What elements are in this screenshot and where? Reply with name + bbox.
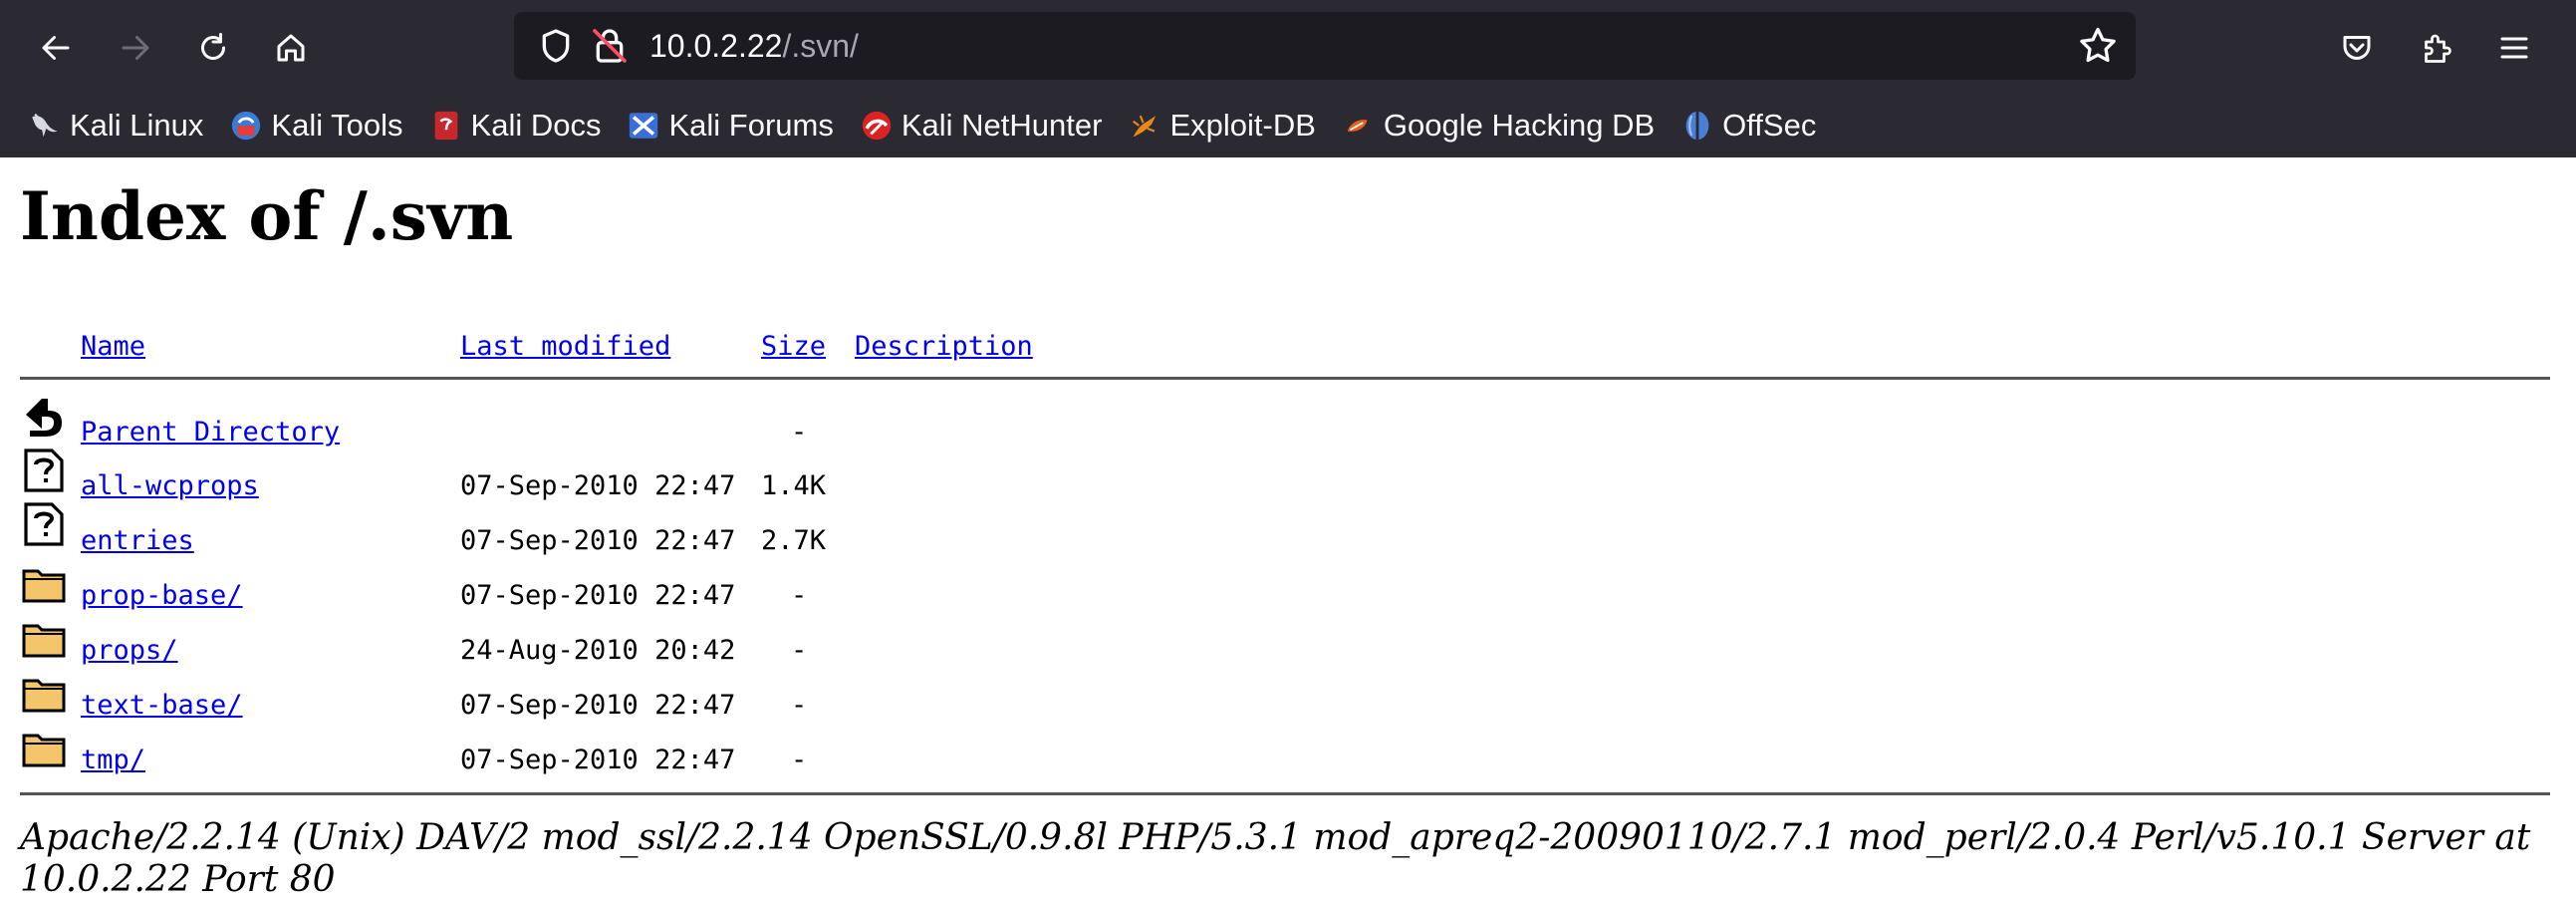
home-button[interactable] [263, 20, 319, 76]
bookmark-label: Kali Forums [668, 108, 834, 143]
forward-arrow-icon [122, 36, 149, 60]
reload-button[interactable] [185, 20, 241, 76]
bookmark-kali-linux[interactable]: Kali Linux [28, 104, 203, 148]
kali-forums-icon [627, 109, 660, 143]
bookmark-label: Exploit-DB [1169, 108, 1316, 143]
column-header-name[interactable]: Name [81, 331, 145, 362]
page-content: Index of /.svn Name Last modified Size D… [0, 157, 2576, 901]
row-size: - [791, 690, 808, 721]
file-link-parent-directory[interactable]: Parent Directory [81, 417, 340, 448]
bookmark-label: Kali Linux [70, 108, 204, 143]
kali-dragon-icon [28, 109, 62, 143]
app-menu-button[interactable] [2486, 20, 2542, 76]
back-arrow-icon [26, 399, 62, 437]
file-link-prop-base[interactable]: prop-base/ [81, 580, 243, 611]
unknown-file-icon [24, 502, 64, 546]
url-text[interactable]: 10.0.2.22/.svn/ [649, 26, 859, 66]
folder-icon [22, 734, 66, 767]
folder-icon [22, 624, 66, 658]
hamburger-menu-icon [2500, 37, 2528, 59]
bookmark-label: Kali Docs [470, 108, 602, 143]
back-button[interactable] [28, 20, 84, 76]
bookmark-label: Google Hacking DB [1383, 108, 1656, 143]
kali-tools-icon [229, 109, 263, 143]
folder-icon [22, 679, 66, 713]
bookmark-label: OffSec [1722, 108, 1817, 143]
ghdb-icon [1342, 109, 1376, 143]
column-header-description[interactable]: Description [855, 331, 1033, 362]
unknown-file-icon [24, 449, 64, 492]
row-size: - [791, 417, 808, 448]
bookmark-kali-forums[interactable]: Kali Forums [627, 104, 834, 148]
forward-button[interactable] [108, 20, 163, 76]
navigation-toolbar: 10.0.2.22/.svn/ [0, 0, 2576, 96]
bookmark-google-hacking-db[interactable]: Google Hacking DB [1342, 104, 1655, 148]
row-last-modified: 07-Sep-2010 22:47 [460, 470, 736, 501]
bookmark-kali-nethunter[interactable]: Kali NetHunter [860, 104, 1103, 148]
reload-icon [201, 33, 225, 60]
bookmark-offsec[interactable]: OffSec [1680, 104, 1816, 148]
insecure-lock-icon[interactable] [590, 26, 630, 66]
folder-icon [22, 569, 66, 603]
column-header-last-modified[interactable]: Last modified [460, 331, 670, 362]
file-link-props[interactable]: props/ [81, 635, 178, 666]
file-link-tmp[interactable]: tmp/ [81, 745, 145, 775]
row-size: 2.7K [761, 525, 827, 556]
row-last-modified: 07-Sep-2010 22:47 [460, 745, 736, 775]
file-link-entries[interactable]: entries [81, 525, 194, 556]
url-host: 10.0.2.22 [649, 28, 783, 64]
pocket-button[interactable] [2329, 20, 2385, 76]
puzzle-piece-icon [2425, 34, 2451, 63]
row-last-modified: 07-Sep-2010 22:47 [460, 525, 736, 556]
bookmark-kali-docs[interactable]: Kali Docs [429, 104, 602, 148]
address-bar[interactable]: 10.0.2.22/.svn/ [514, 12, 2136, 80]
home-icon [277, 34, 305, 62]
row-size: - [791, 745, 808, 775]
row-size: 1.4K [761, 470, 827, 501]
row-size: - [791, 635, 808, 666]
extensions-button[interactable] [2409, 20, 2464, 76]
file-link-text-base[interactable]: text-base/ [81, 690, 243, 721]
back-arrow-icon [42, 36, 70, 60]
row-last-modified: 07-Sep-2010 22:47 [460, 580, 736, 611]
row-last-modified: 24-Aug-2010 20:42 [460, 635, 736, 666]
row-size: - [791, 580, 808, 611]
server-signature: Apache/2.2.14 (Unix) DAV/2 mod_ssl/2.2.1… [20, 817, 2531, 900]
file-link-all-wcprops[interactable]: all-wcprops [81, 470, 259, 501]
bookmark-star-icon[interactable] [2076, 24, 2120, 68]
footer-divider [20, 792, 2550, 795]
browser-chrome: 10.0.2.22/.svn/ Kali Linux Kali Tools Ka… [0, 0, 2576, 157]
kali-nethunter-icon [860, 109, 894, 143]
bookmark-exploit-db[interactable]: Exploit-DB [1128, 104, 1316, 148]
bookmark-label: Kali NetHunter [901, 108, 1103, 143]
header-divider [20, 377, 2550, 380]
row-last-modified: 07-Sep-2010 22:47 [460, 690, 736, 721]
page-title: Index of /.svn [20, 177, 514, 255]
exploit-db-icon [1128, 109, 1161, 143]
offsec-icon [1680, 109, 1714, 143]
pocket-icon [2343, 36, 2371, 60]
bookmark-label: Kali Tools [271, 108, 403, 143]
column-header-size[interactable]: Size [761, 331, 826, 362]
tracking-protection-shield-icon[interactable] [536, 26, 576, 66]
url-path: /.svn/ [782, 28, 859, 64]
bookmarks-toolbar: Kali Linux Kali Tools Kali Docs Kali For… [0, 100, 2576, 151]
bookmark-kali-tools[interactable]: Kali Tools [229, 104, 403, 148]
kali-docs-icon [429, 109, 463, 143]
